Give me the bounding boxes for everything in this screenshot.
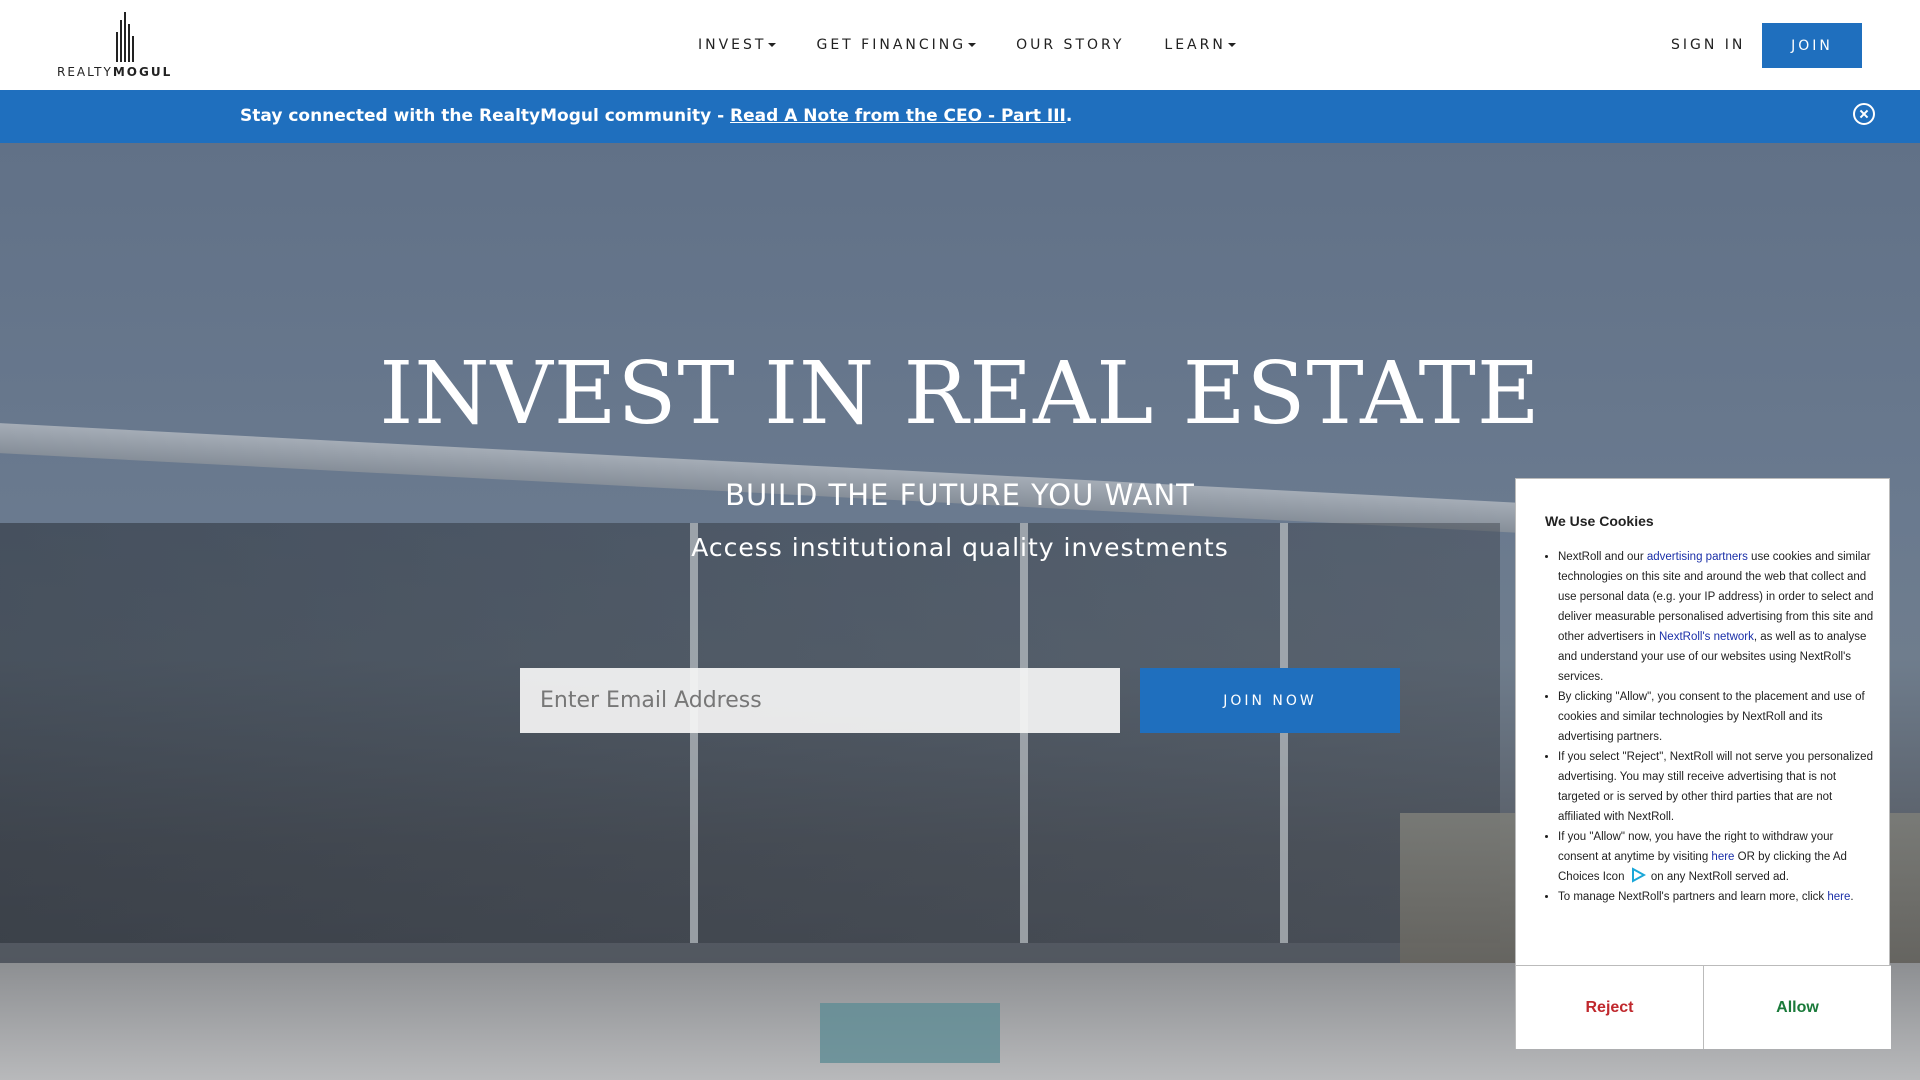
nav-invest[interactable]: INVEST: [698, 37, 777, 53]
list-item: NextRoll and our advertising partners us…: [1558, 547, 1875, 687]
advertising-partners-link[interactable]: advertising partners: [1647, 551, 1748, 563]
cookie-buttons: Reject Allow: [1516, 965, 1891, 1049]
ceo-note-link[interactable]: Read A Note from the CEO - Part III: [730, 106, 1066, 126]
hero-background-post: [1280, 523, 1288, 943]
caret-down-icon: [1227, 43, 1236, 47]
announcement-text: Stay connected with the RealtyMogul comm…: [240, 106, 1073, 126]
nextroll-network-link[interactable]: NextRoll's network: [1659, 631, 1754, 643]
building-logo-icon: [114, 12, 134, 62]
caret-down-icon: [968, 43, 977, 47]
cookie-consent-dialog: We Use Cookies NextRoll and our advertis…: [1515, 478, 1891, 1049]
list-item: If you select "Reject", NextRoll will no…: [1558, 747, 1875, 827]
manage-partners-link[interactable]: here: [1827, 891, 1850, 903]
announcement-bar: Stay connected with the RealtyMogul comm…: [0, 90, 1920, 143]
list-item: By clicking "Allow", you consent to the …: [1558, 687, 1875, 747]
close-circle-icon[interactable]: [1853, 103, 1875, 125]
join-button[interactable]: JOIN: [1762, 23, 1862, 68]
ad-choices-icon: [1631, 867, 1646, 883]
cookie-title: We Use Cookies: [1545, 513, 1654, 529]
list-item: To manage NextRoll's partners and learn …: [1558, 887, 1875, 907]
withdraw-consent-link[interactable]: here: [1711, 851, 1734, 863]
reject-button[interactable]: Reject: [1516, 966, 1704, 1049]
join-now-button[interactable]: JOIN NOW: [1140, 668, 1400, 733]
main-nav: INVEST GET FINANCING OUR STORY LEARN: [698, 37, 1276, 53]
site-header: REALTYMOGUL INVEST GET FINANCING OUR STO…: [0, 0, 1920, 90]
allow-button[interactable]: Allow: [1704, 966, 1891, 1049]
hero-background-house: [0, 523, 1500, 943]
sign-in-link[interactable]: SIGN IN: [1671, 37, 1745, 53]
list-item: If you "Allow" now, you have the right t…: [1558, 827, 1875, 887]
caret-down-icon: [768, 43, 777, 47]
hero-background-post: [690, 523, 698, 943]
hero-background-pool: [820, 1003, 1000, 1063]
nav-learn[interactable]: LEARN: [1164, 37, 1236, 53]
hero-background-post: [1020, 523, 1028, 943]
hero-title: INVEST IN REAL ESTATE: [379, 344, 1541, 444]
nav-our-story[interactable]: OUR STORY: [1016, 37, 1124, 53]
logo-wordmark: REALTYMOGUL: [57, 65, 173, 79]
nav-get-financing[interactable]: GET FINANCING: [816, 37, 977, 53]
email-input[interactable]: [520, 668, 1120, 733]
realtymogul-logo[interactable]: REALTYMOGUL: [57, 12, 189, 80]
cookie-list: NextRoll and our advertising partners us…: [1545, 547, 1875, 907]
